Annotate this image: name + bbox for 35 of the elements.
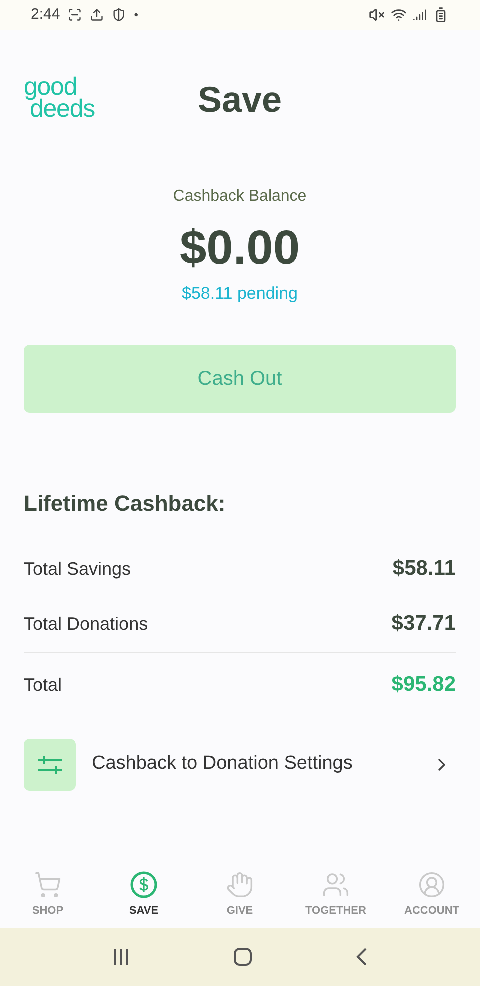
people-icon [322, 870, 350, 899]
sliders-icon [24, 738, 76, 790]
cart-icon [34, 870, 62, 899]
tab-bar-item[interactable]: SAVE [96, 870, 192, 920]
notification-dot: • [134, 7, 138, 24]
upload-icon [90, 8, 104, 22]
tab-bar-item[interactable]: GIVE [192, 870, 288, 920]
page-title: Save [198, 78, 282, 122]
balance-label: Cashback Balance [173, 187, 307, 207]
pending-amount: $58.11 pending [182, 283, 298, 305]
hand-icon [226, 870, 254, 899]
recent-apps-icon[interactable] [112, 948, 130, 966]
tab-bar-item[interactable]: TOGETHER [288, 870, 384, 920]
row-label: Total Savings [24, 558, 132, 581]
wifi-icon [391, 7, 407, 23]
row-value: $95.82 [392, 672, 456, 698]
home-icon[interactable] [232, 947, 253, 967]
balance-amount: $0.00 [180, 221, 300, 277]
shield-icon [112, 8, 126, 22]
tab-bar-item[interactable]: SHOP [0, 870, 96, 920]
screenshot-icon [68, 8, 82, 22]
signal-icon [413, 8, 427, 22]
status-time: 2:44 [31, 4, 60, 25]
tab-bar-item[interactable]: ACCOUNT [384, 870, 480, 920]
row-value: $37.71 [392, 611, 456, 638]
settings-link[interactable]: Cashback to Donation Settings [24, 738, 456, 792]
row-label: Total Donations [24, 612, 148, 636]
back-icon[interactable] [356, 947, 368, 967]
dollar-icon [130, 870, 158, 899]
good-deeds-logo: good deeds [24, 76, 95, 120]
row-value: $58.11 [392, 556, 456, 582]
row-label: Total [24, 674, 62, 696]
account-icon [418, 870, 446, 899]
mute-icon [369, 7, 385, 23]
lifetime-heading: Lifetime Cashback: [24, 490, 227, 518]
